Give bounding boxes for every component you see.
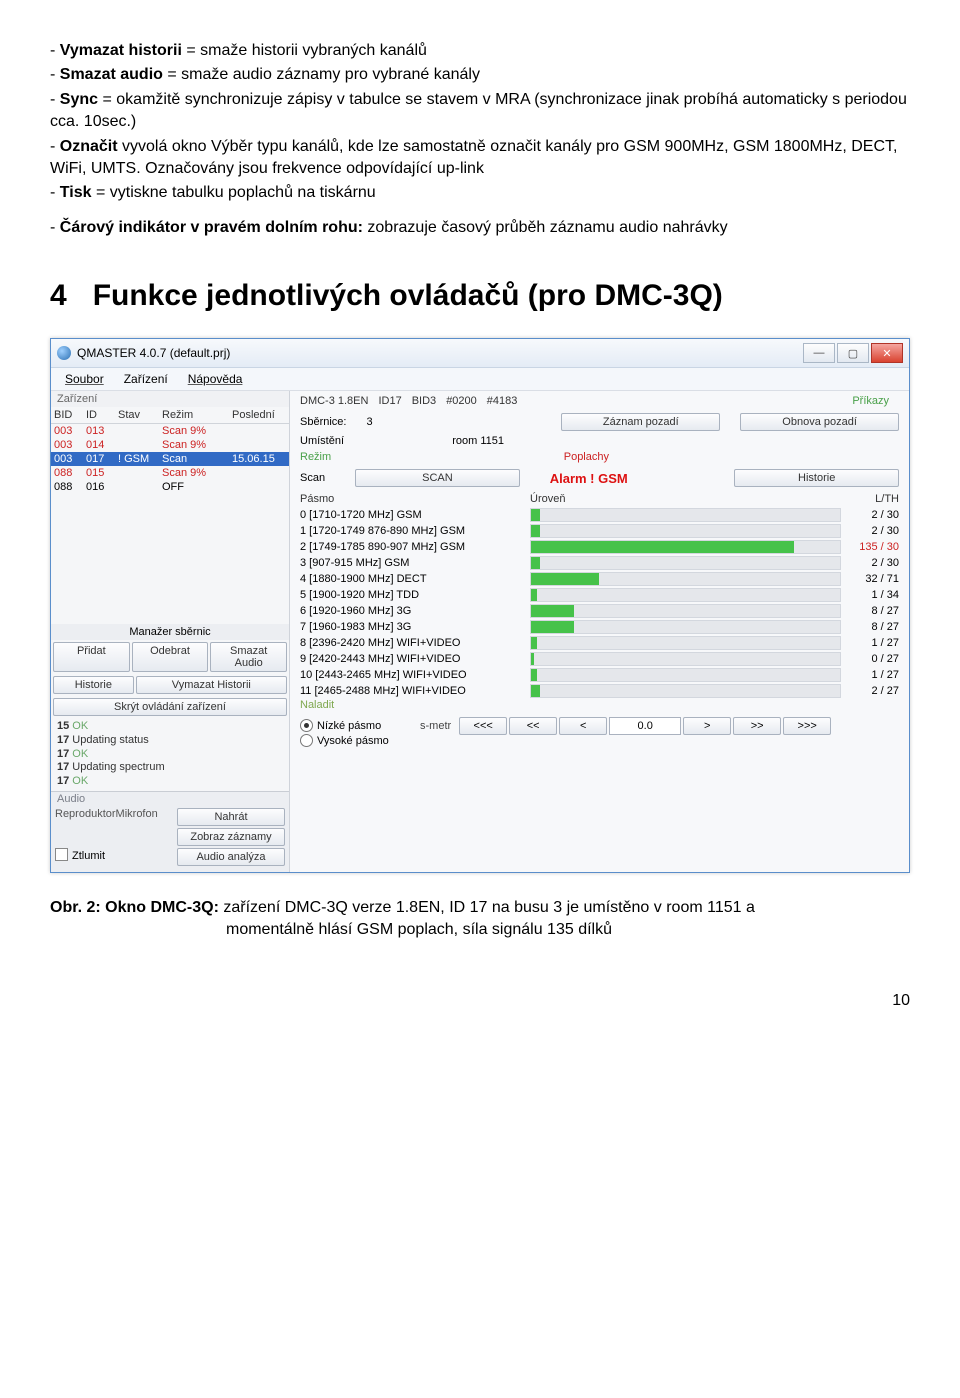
status-line: 17 OK	[57, 775, 283, 789]
device-row[interactable]: 003013Scan 9%	[51, 424, 289, 438]
delete-audio-button[interactable]: Smazat Audio	[210, 642, 287, 672]
restore-background-button[interactable]: Obnova pozadí	[740, 413, 899, 431]
status-line: 17 OK	[57, 748, 283, 762]
band-row: 11 [2465-2488 MHz] WIFI+VIDEO2 / 27	[290, 683, 909, 699]
audio-panel: Audio ReproduktorMikrofon Nahrát Zobraz …	[51, 791, 289, 872]
hide-controls-button[interactable]: Skrýt ovládání zařízení	[53, 698, 287, 716]
record-background-button[interactable]: Záznam pozadí	[561, 413, 720, 431]
device-hash2: #4183	[487, 395, 518, 407]
status-line: 17 Updating status	[57, 734, 283, 748]
commands-label: Příkazy	[842, 395, 899, 407]
devices-table: BID ID Stav Režim Poslední 003013Scan 9%…	[51, 407, 289, 494]
tune-label: Naladit	[290, 699, 909, 713]
col-stav: Stav	[115, 408, 159, 422]
band-row: 3 [907-915 MHz] GSM2 / 30	[290, 555, 909, 571]
record-button[interactable]: Nahrát	[177, 808, 285, 826]
minimize-button[interactable]: —	[803, 343, 835, 363]
smeter-rrr-button[interactable]: >>>	[783, 717, 831, 735]
band-row: 10 [2443-2465 MHz] WIFI+VIDEO1 / 27	[290, 667, 909, 683]
band-row: 5 [1900-1920 MHz] TDD1 / 34	[290, 587, 909, 603]
smeter-rr-button[interactable]: >>	[733, 717, 781, 735]
band-row: 8 [2396-2420 MHz] WIFI+VIDEO1 / 27	[290, 635, 909, 651]
clear-history-button[interactable]: Vymazat Historii	[136, 676, 287, 694]
band-row: 9 [2420-2443 MHz] WIFI+VIDEO0 / 27	[290, 651, 909, 667]
scan-label: Scan	[300, 472, 325, 484]
band-row: 6 [1920-1960 MHz] 3G8 / 27	[290, 603, 909, 619]
intro-text: - Vymazat historii = smaže historii vybr…	[50, 40, 910, 239]
history-button[interactable]: Historie	[53, 676, 134, 694]
device-row[interactable]: 088015Scan 9%	[51, 466, 289, 480]
left-pane: Zařízení BID ID Stav Režim Poslední 0030…	[51, 391, 290, 872]
bus-value: 3	[366, 416, 372, 428]
col-band: Pásmo	[300, 493, 530, 505]
app-icon	[57, 346, 71, 360]
high-band-radio[interactable]: Vysoké pásmo	[300, 734, 400, 747]
menubar: Soubor Zařízení Nápověda	[51, 368, 909, 391]
devices-label: Zařízení	[51, 391, 289, 407]
show-records-button[interactable]: Zobraz záznamy	[177, 828, 285, 846]
device-id: ID17	[378, 395, 401, 407]
audio-label: Audio	[51, 792, 289, 806]
scan-button[interactable]: SCAN	[355, 469, 520, 487]
alarms-label: Poplachy	[564, 451, 609, 463]
status-line: 15 OK	[57, 720, 283, 734]
menu-napoveda[interactable]: Nápověda	[180, 370, 251, 388]
smeter-l-button[interactable]: <	[559, 717, 607, 735]
band-row: 0 [1710-1720 MHz] GSM2 / 30	[290, 507, 909, 523]
band-row: 4 [1880-1900 MHz] DECT32 / 71	[290, 571, 909, 587]
figure-caption: Obr. 2: Okno DMC-3Q: zařízení DMC-3Q ver…	[50, 897, 910, 942]
menu-zarizeni[interactable]: Zařízení	[116, 370, 176, 388]
audio-analysis-button[interactable]: Audio analýza	[177, 848, 285, 866]
page-number: 10	[50, 992, 910, 1010]
smeter-label: s-metr	[420, 720, 451, 732]
device-row[interactable]: 003017! GSMScan15.06.15	[51, 452, 289, 466]
titlebar: QMASTER 4.0.7 (default.prj) — ▢ ✕	[51, 339, 909, 368]
device-bid: BID3	[412, 395, 436, 407]
device-hash1: #0200	[446, 395, 477, 407]
band-row: 7 [1960-1983 MHz] 3G8 / 27	[290, 619, 909, 635]
mute-checkbox[interactable]: Ztlumit	[55, 848, 175, 866]
low-band-radio[interactable]: Nízké pásmo	[300, 719, 400, 732]
smeter-r-button[interactable]: >	[683, 717, 731, 735]
col-posledni: Poslední	[229, 408, 289, 422]
maximize-button[interactable]: ▢	[837, 343, 869, 363]
add-button[interactable]: Přidat	[53, 642, 130, 672]
menu-soubor[interactable]: Soubor	[57, 370, 112, 388]
bus-manager-label: Manažer sběrnic	[51, 624, 289, 640]
audio-repro-mic-label: ReproduktorMikrofon	[55, 808, 175, 826]
device-row[interactable]: 003014Scan 9%	[51, 438, 289, 452]
history-right-button[interactable]: Historie	[734, 469, 899, 487]
col-bid: BID	[51, 408, 83, 422]
col-rezim: Režim	[159, 408, 229, 422]
smeter-lll-button[interactable]: <<<	[459, 717, 507, 735]
alarm-text: Alarm ! GSM	[550, 471, 705, 486]
status-line: 17 Updating spectrum	[57, 761, 283, 775]
device-model: DMC-3 1.8EN	[300, 395, 368, 407]
col-level: Úroveň	[530, 493, 841, 505]
app-window: QMASTER 4.0.7 (default.prj) — ▢ ✕ Soubor…	[50, 338, 910, 873]
col-id: ID	[83, 408, 115, 422]
band-row: 2 [1749-1785 890-907 MHz] GSM135 / 30	[290, 539, 909, 555]
bus-key: Sběrnice:	[300, 416, 346, 428]
smeter-value: 0.0	[609, 717, 681, 735]
section-heading: 4Funkce jednotlivých ovládačů (pro DMC-3…	[50, 279, 910, 313]
col-lth: L/TH	[841, 493, 899, 505]
window-title: QMASTER 4.0.7 (default.prj)	[77, 346, 230, 360]
smeter-ll-button[interactable]: <<	[509, 717, 557, 735]
band-row: 1 [1720-1749 876-890 MHz] GSM2 / 30	[290, 523, 909, 539]
mode-label: Režim	[300, 451, 331, 463]
location-key: Umístění	[300, 435, 344, 447]
location-value: room 1151	[364, 435, 504, 447]
device-row[interactable]: 088016OFF	[51, 480, 289, 494]
close-button[interactable]: ✕	[871, 343, 903, 363]
status-log: 15 OK17 Updating status17 OK17 Updating …	[51, 718, 289, 791]
remove-button[interactable]: Odebrat	[132, 642, 209, 672]
right-pane: DMC-3 1.8EN ID17 BID3 #0200 #4183 Příkaz…	[290, 391, 909, 872]
